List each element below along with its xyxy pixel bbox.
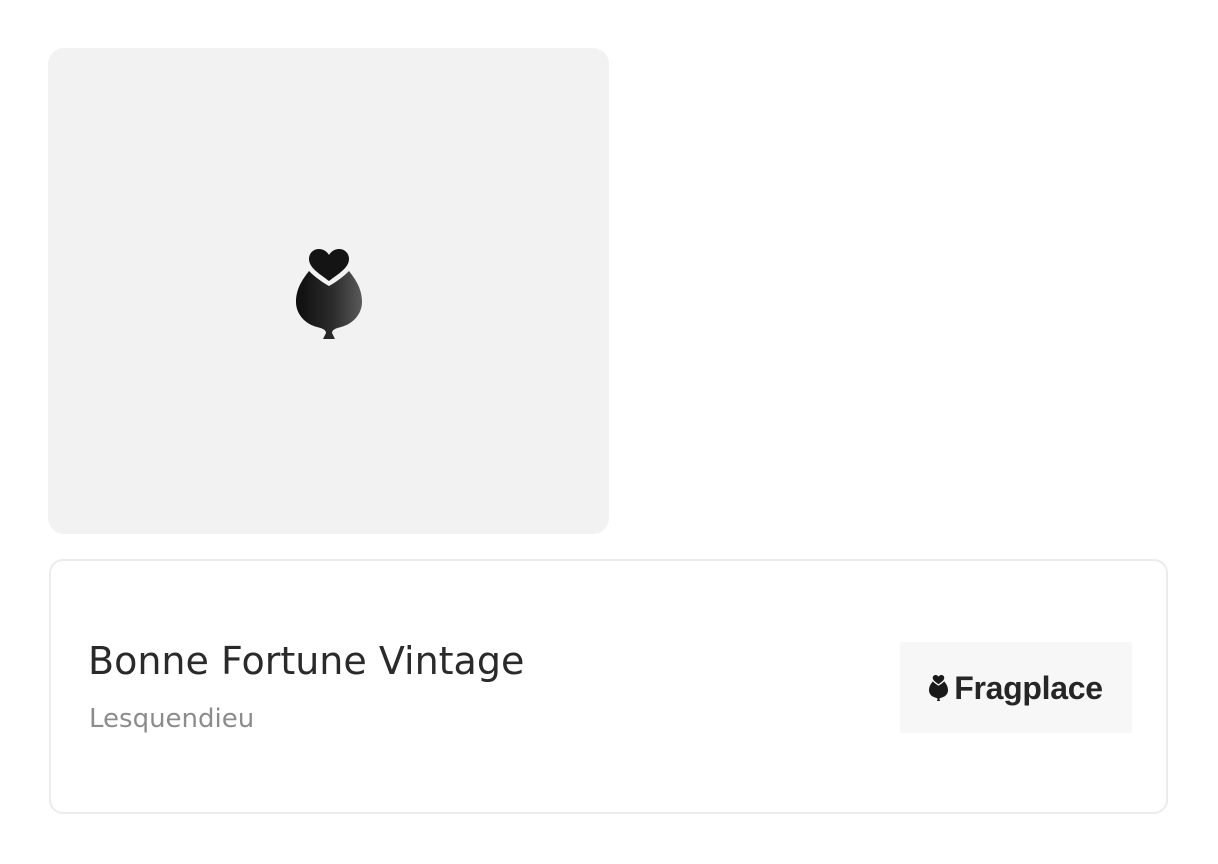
product-brand: Lesquendieu [89,704,255,734]
heart-bottle-icon [929,674,949,701]
product-title: Bonne Fortune Vintage [88,639,525,683]
logo-text: Fragplace [954,669,1103,706]
heart-bottle-icon [295,249,362,339]
product-image-placeholder [48,48,609,534]
product-info-card[interactable]: Bonne Fortune Vintage Lesquendieu Fragpl… [49,559,1168,814]
fragplace-logo: Fragplace [900,642,1132,733]
